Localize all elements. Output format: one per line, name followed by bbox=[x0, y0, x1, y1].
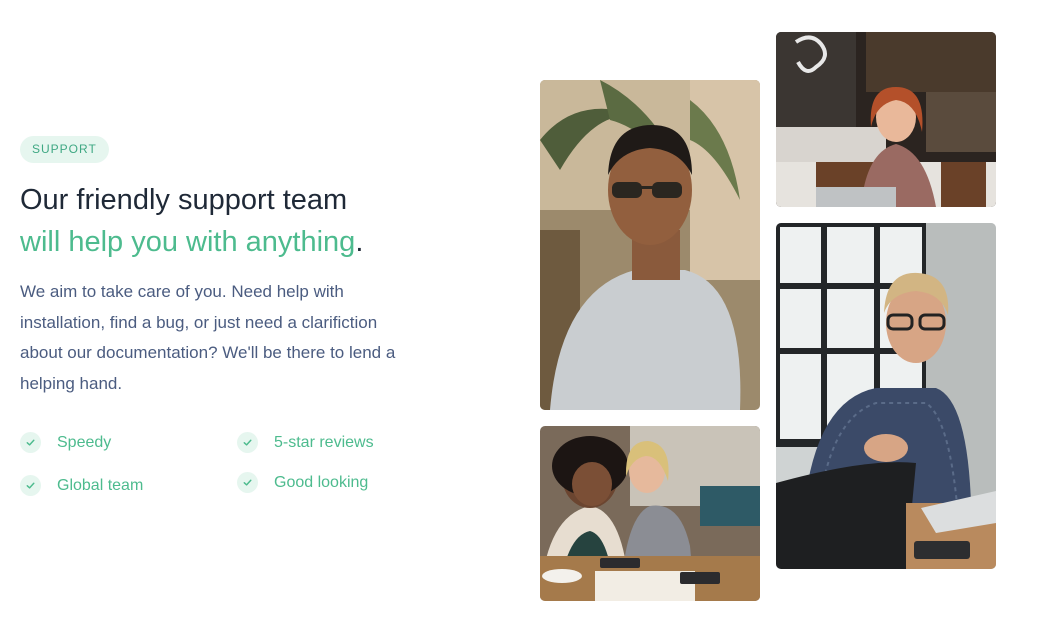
check-icon bbox=[237, 432, 258, 453]
photo-man-glasses bbox=[776, 223, 996, 569]
feature-item: Speedy bbox=[20, 432, 111, 453]
feature-label: 5-star reviews bbox=[274, 433, 374, 451]
feature-item: Good looking bbox=[237, 472, 368, 493]
support-badge: SUPPORT bbox=[20, 136, 109, 163]
support-text-block: SUPPORT Our friendly support team will h… bbox=[20, 136, 440, 399]
heading-line-1: Our friendly support team bbox=[20, 184, 348, 216]
feature-label: Speedy bbox=[57, 433, 112, 451]
feature-item: Global team bbox=[20, 475, 143, 496]
photo-woman-cafe bbox=[776, 32, 996, 207]
section-heading: Our friendly support team will help you … bbox=[20, 179, 440, 263]
check-icon bbox=[20, 432, 41, 453]
photo-man-sunglasses bbox=[540, 80, 760, 410]
section-description: We aim to take care of you. Need help wi… bbox=[20, 282, 396, 393]
check-icon bbox=[20, 475, 41, 496]
heading-accent: will help you with anything bbox=[20, 226, 356, 258]
feature-label: Global team bbox=[57, 476, 144, 494]
feature-item: 5-star reviews bbox=[237, 432, 374, 453]
feature-label: Good looking bbox=[274, 473, 369, 491]
heading-period: . bbox=[355, 226, 364, 258]
photo-women-laughing bbox=[540, 426, 760, 601]
check-icon bbox=[237, 472, 258, 493]
